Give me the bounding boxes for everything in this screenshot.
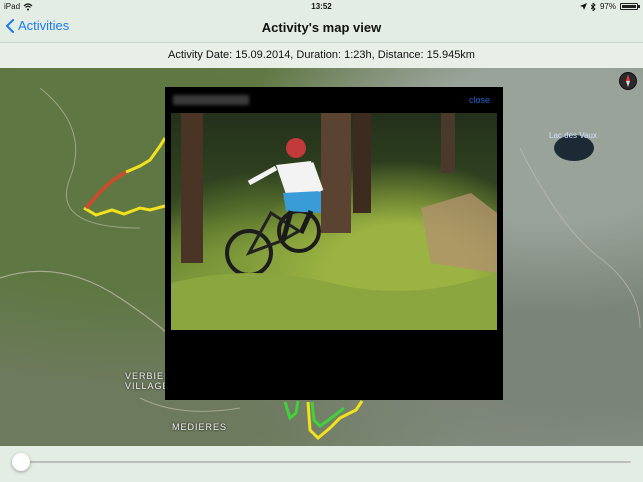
- route-track: [283, 400, 300, 421]
- route-track: [306, 400, 364, 441]
- grass: [171, 273, 497, 330]
- rider-head: [286, 138, 306, 158]
- route-track: [84, 170, 127, 210]
- route-track: [310, 401, 345, 428]
- close-button[interactable]: close: [469, 95, 490, 105]
- rock: [421, 193, 497, 273]
- status-bar: iPad 13:52 97%: [0, 0, 643, 13]
- map-road: [519, 147, 641, 329]
- bluetooth-icon: [590, 2, 596, 11]
- navigation-bar: Activities Activity's map view: [0, 13, 643, 43]
- place-label: MEDIERES: [172, 422, 228, 432]
- popup-title-blurred: [173, 95, 249, 105]
- tree-trunk: [441, 113, 455, 173]
- route-track: [83, 204, 166, 217]
- map-road: [39, 87, 141, 229]
- photo-popup: close: [165, 87, 503, 400]
- route-track: [125, 137, 167, 174]
- tree-trunk: [353, 113, 371, 213]
- activity-info: Activity Date: 15.09.2014, Duration: 1:2…: [0, 43, 643, 69]
- activity-photo: [171, 113, 497, 330]
- map-road: [139, 397, 241, 412]
- timeline-slider-thumb[interactable]: [12, 453, 30, 471]
- battery-icon: [620, 3, 640, 10]
- timeline-slider-track[interactable]: [20, 461, 631, 463]
- battery-percent: 97%: [599, 2, 616, 11]
- lake-label: Lac des Vaux: [549, 131, 597, 140]
- rider-shorts: [283, 191, 321, 213]
- clock: 13:52: [311, 2, 332, 11]
- location-arrow-icon: [579, 3, 587, 10]
- compass-icon[interactable]: [619, 72, 637, 90]
- village-label-line2: VILLAGE: [125, 381, 170, 391]
- timeline-slider-bar: [0, 446, 643, 482]
- tree-trunk: [321, 113, 351, 233]
- tree-trunk: [181, 113, 203, 263]
- page-title: Activity's map view: [261, 20, 382, 35]
